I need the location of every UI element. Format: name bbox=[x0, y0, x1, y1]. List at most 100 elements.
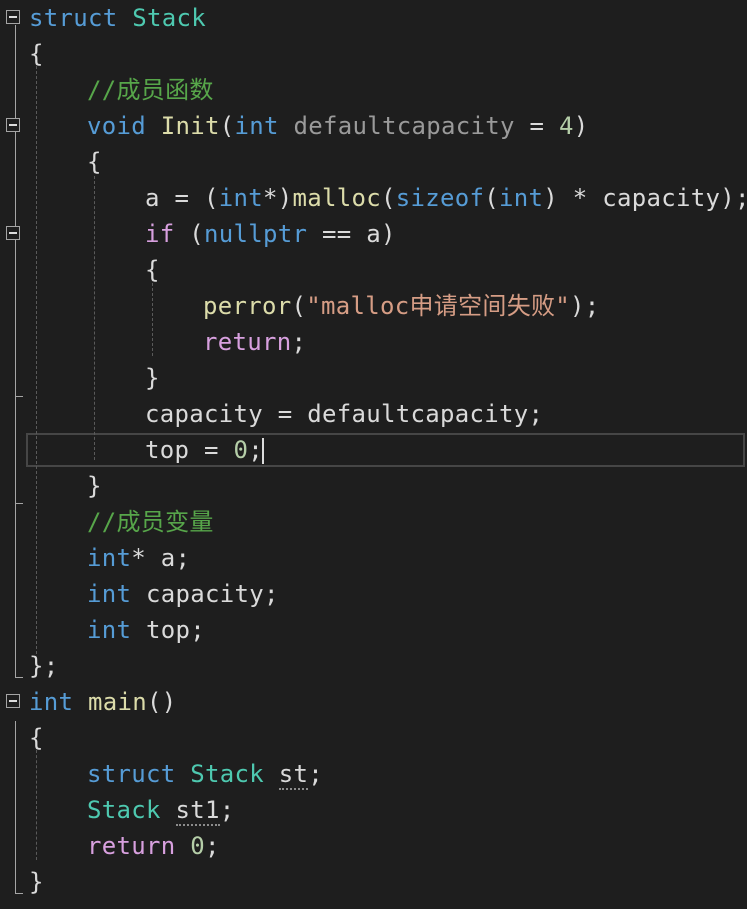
code-token-type: Stack bbox=[190, 760, 264, 788]
code-text: int main() bbox=[29, 684, 177, 720]
code-line[interactable]: { bbox=[0, 144, 747, 180]
code-token-plain: ( bbox=[484, 184, 499, 212]
code-token-function: Init bbox=[160, 112, 220, 140]
code-line[interactable]: }; bbox=[0, 648, 747, 684]
code-token-plain: () bbox=[147, 688, 177, 716]
code-token-plain: ); bbox=[570, 292, 600, 320]
collapse-minus-icon[interactable] bbox=[6, 10, 20, 24]
code-text: struct Stack bbox=[29, 0, 206, 36]
code-token-parameter: defaultcapacity bbox=[293, 112, 515, 140]
code-token-plain: *) bbox=[263, 184, 293, 212]
code-token-plain: { bbox=[145, 256, 160, 284]
code-line[interactable]: top = 0; bbox=[0, 432, 747, 468]
code-token-number: 4 bbox=[559, 112, 574, 140]
code-token-plain: top = bbox=[145, 436, 234, 464]
code-text: struct Stack st; bbox=[87, 756, 323, 792]
code-line[interactable]: } bbox=[0, 864, 747, 900]
code-token-number: 0 bbox=[190, 832, 205, 860]
code-token-type: Stack bbox=[132, 4, 206, 32]
code-line[interactable]: if (nullptr == a) bbox=[0, 216, 747, 252]
code-line[interactable]: Stack st1; bbox=[0, 792, 747, 828]
code-text: void Init(int defaultcapacity = 4) bbox=[87, 108, 589, 144]
code-line[interactable]: { bbox=[0, 720, 747, 756]
code-token-plain: ; bbox=[205, 832, 220, 860]
code-token-keyword: int bbox=[234, 112, 279, 140]
collapse-minus-icon[interactable] bbox=[6, 694, 20, 708]
code-token-control: return bbox=[87, 832, 176, 860]
code-text: } bbox=[87, 468, 102, 504]
code-line[interactable]: int main() bbox=[0, 684, 747, 720]
code-token-number: 0 bbox=[233, 436, 249, 464]
code-token-plain: * a; bbox=[131, 544, 191, 572]
code-token-comment: //成员函数 bbox=[87, 76, 214, 104]
code-text: capacity = defaultcapacity; bbox=[145, 396, 543, 432]
code-text: int capacity; bbox=[87, 576, 279, 612]
code-text: int top; bbox=[87, 612, 205, 648]
code-token-plain: = bbox=[514, 112, 559, 140]
code-line[interactable]: perror("malloc申请空间失败"); bbox=[0, 288, 747, 324]
code-token-plain: capacity = defaultcapacity; bbox=[145, 400, 544, 428]
code-line[interactable]: int* a; bbox=[0, 540, 747, 576]
code-text: perror("malloc申请空间失败"); bbox=[203, 288, 600, 324]
collapse-minus-icon[interactable] bbox=[6, 118, 20, 132]
code-token-keyword: struct bbox=[29, 4, 118, 32]
code-token-plain: { bbox=[87, 148, 102, 176]
code-line[interactable]: { bbox=[0, 252, 747, 288]
code-text: { bbox=[29, 720, 44, 756]
code-line[interactable]: } bbox=[0, 360, 747, 396]
code-token-plain: ; bbox=[248, 436, 263, 464]
collapse-minus-icon[interactable] bbox=[6, 226, 20, 240]
code-line[interactable]: capacity = defaultcapacity; bbox=[0, 396, 747, 432]
code-token-plain: a = ( bbox=[145, 184, 219, 212]
code-text: Stack st1; bbox=[87, 792, 235, 828]
code-token-keyword: void bbox=[87, 112, 146, 140]
code-line[interactable]: int capacity; bbox=[0, 576, 747, 612]
code-token-plain: ) bbox=[573, 112, 589, 140]
code-token-keyword: sizeof bbox=[395, 184, 485, 212]
code-token-type: Stack bbox=[87, 796, 161, 824]
code-line[interactable]: { bbox=[0, 36, 747, 72]
code-token-keyword: int bbox=[499, 184, 544, 212]
code-editor[interactable]: struct Stack{//成员函数 void Init(int default… bbox=[0, 0, 747, 909]
code-token-function: main bbox=[88, 688, 147, 716]
code-text: if (nullptr == a) bbox=[145, 216, 396, 252]
code-line[interactable]: struct Stack bbox=[0, 0, 747, 36]
code-line[interactable]: int top; bbox=[0, 612, 747, 648]
code-token-plain: capacity; bbox=[131, 580, 279, 608]
code-token-plain: st1 bbox=[175, 796, 220, 826]
code-line[interactable]: void Init(int defaultcapacity = 4) bbox=[0, 108, 747, 144]
code-text: }; bbox=[29, 648, 59, 684]
code-text: //成员变量 bbox=[87, 504, 214, 540]
code-token-keyword: int bbox=[87, 616, 132, 644]
code-token-plain: == a) bbox=[307, 220, 396, 248]
code-token-keyword: int bbox=[218, 184, 263, 212]
code-line[interactable]: } bbox=[0, 468, 747, 504]
code-line[interactable]: //成员变量 bbox=[0, 504, 747, 540]
code-line[interactable]: struct Stack st; bbox=[0, 756, 747, 792]
code-token-plain: }; bbox=[29, 652, 59, 680]
code-line[interactable]: a = (int*)malloc(sizeof(int) * capacity)… bbox=[0, 180, 747, 216]
code-token-plain: ; bbox=[291, 328, 307, 356]
code-token-keyword: int bbox=[29, 688, 74, 716]
code-token-keyword: struct bbox=[87, 760, 176, 788]
code-token-plain: { bbox=[29, 724, 44, 752]
code-line[interactable]: return 0; bbox=[0, 828, 747, 864]
code-text: } bbox=[29, 864, 44, 900]
code-text: top = 0; bbox=[145, 432, 263, 468]
code-token-plain: ; bbox=[219, 796, 235, 824]
text-cursor bbox=[262, 438, 264, 464]
code-line[interactable]: //成员函数 bbox=[0, 72, 747, 108]
code-token-plain: } bbox=[145, 364, 160, 392]
code-token-control: return bbox=[203, 328, 292, 356]
code-text: { bbox=[145, 252, 160, 288]
code-text: a = (int*)malloc(sizeof(int) * capacity)… bbox=[145, 180, 747, 216]
code-line[interactable]: return; bbox=[0, 324, 747, 360]
code-token-function: malloc bbox=[292, 184, 381, 212]
code-token-plain: ( bbox=[219, 112, 235, 140]
code-token-keyword: int bbox=[87, 544, 132, 572]
